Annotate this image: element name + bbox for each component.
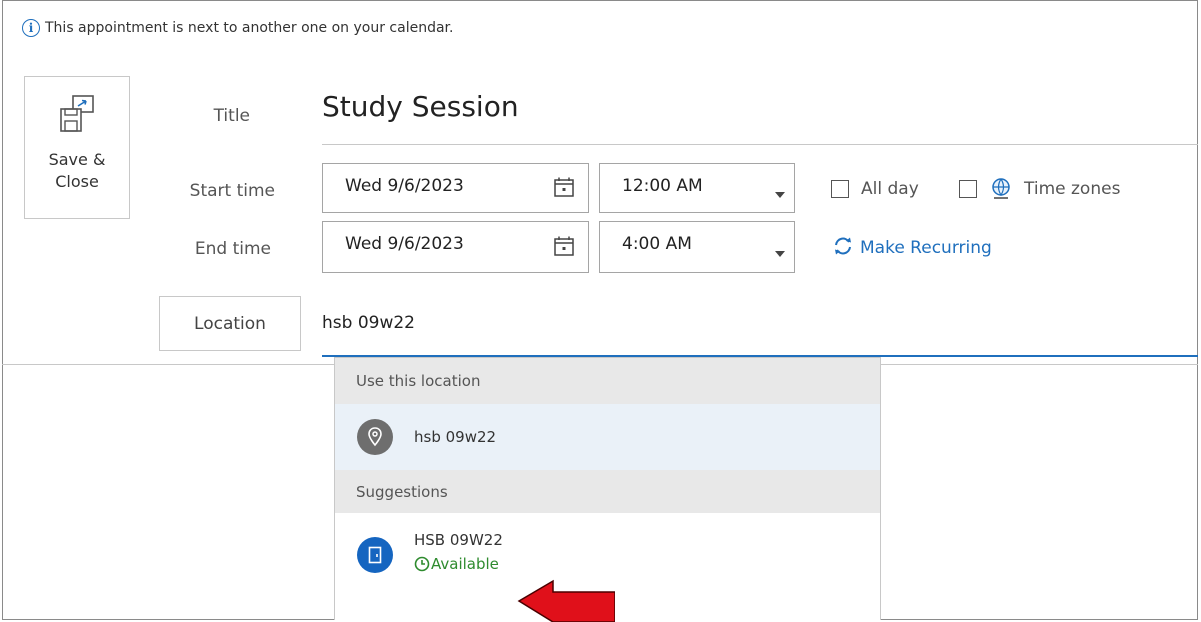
end-date-value: Wed 9/6/2023: [345, 234, 464, 254]
start-time-label: Start time: [189, 181, 275, 201]
use-this-location-header: Use this location: [335, 358, 880, 404]
calendar-icon[interactable]: [553, 235, 575, 261]
use-this-location-item[interactable]: hsb 09w22: [335, 404, 880, 470]
use-this-location-text: hsb 09w22: [414, 428, 497, 446]
availability-label: Available: [431, 555, 499, 573]
save-close-icon: [55, 91, 99, 139]
form-divider-right: [881, 364, 1198, 365]
room-door-icon: [357, 537, 393, 573]
make-recurring-label: Make Recurring: [860, 238, 992, 258]
location-input[interactable]: hsb 09w22: [322, 313, 415, 333]
time-zones-checkbox[interactable]: [959, 180, 977, 198]
location-pin-icon: [357, 419, 393, 455]
make-recurring-button[interactable]: Make Recurring: [832, 236, 992, 260]
red-arrow-annotation: [517, 579, 615, 622]
suggestions-header: Suggestions: [335, 470, 880, 513]
availability-status: Available: [414, 555, 499, 573]
title-field[interactable]: Study Session: [322, 90, 519, 123]
globe-icon: [990, 177, 1012, 205]
save-close-button[interactable]: Save & Close: [24, 76, 130, 219]
info-bar: i This appointment is next to another on…: [22, 17, 453, 39]
suggestion-name: HSB 09W22: [414, 531, 503, 549]
location-button[interactable]: Location: [159, 296, 301, 351]
form-divider: [2, 364, 334, 365]
start-date-picker[interactable]: Wed 9/6/2023: [322, 163, 589, 213]
location-button-label: Location: [194, 313, 266, 334]
title-label: Title: [213, 106, 250, 126]
recurring-icon: [832, 236, 854, 260]
start-time-dropdown[interactable]: 12:00 AM: [599, 163, 795, 213]
end-time-dropdown[interactable]: 4:00 AM: [599, 221, 795, 273]
all-day-label: All day: [861, 179, 919, 199]
end-date-picker[interactable]: Wed 9/6/2023: [322, 221, 589, 273]
end-time-value: 4:00 AM: [622, 234, 692, 254]
save-close-label-line2: Close: [55, 172, 99, 191]
save-close-label-line1: Save &: [48, 150, 106, 169]
time-zones-label: Time zones: [1024, 179, 1121, 199]
info-icon: i: [22, 19, 40, 37]
chevron-down-icon[interactable]: [774, 243, 786, 262]
clock-icon: [414, 556, 430, 572]
info-message: This appointment is next to another one …: [45, 20, 454, 36]
calendar-icon[interactable]: [553, 176, 575, 202]
start-time-value: 12:00 AM: [622, 176, 703, 196]
chevron-down-icon[interactable]: [774, 184, 786, 203]
start-date-value: Wed 9/6/2023: [345, 176, 464, 196]
all-day-checkbox[interactable]: [831, 180, 849, 198]
title-underline: [322, 144, 1198, 145]
end-time-label: End time: [194, 239, 271, 259]
